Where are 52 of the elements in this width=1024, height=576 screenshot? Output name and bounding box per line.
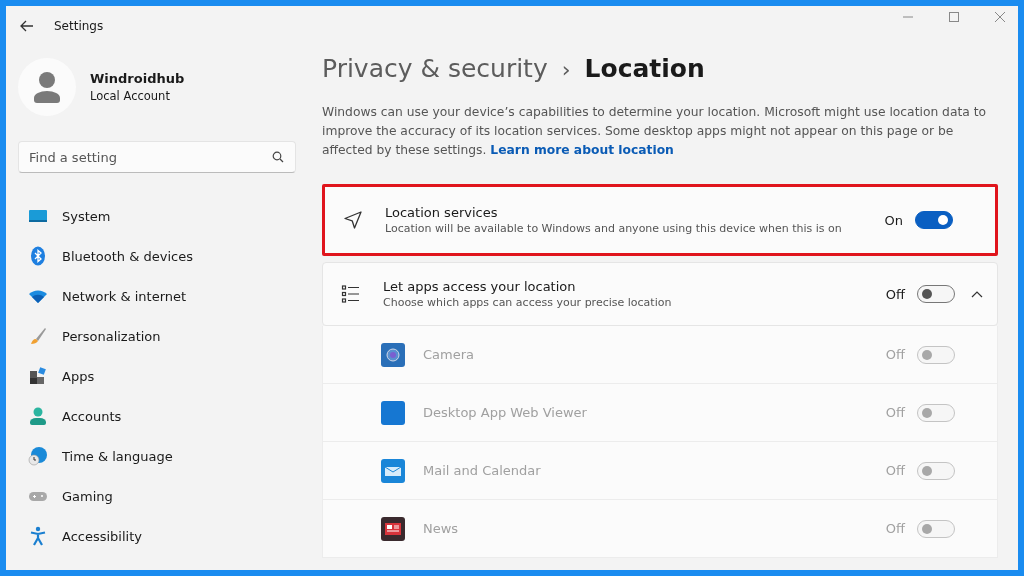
window-title: Settings (54, 19, 104, 33)
setting-subtitle: Choose which apps can access your precise location (383, 296, 673, 309)
setting-title: Let apps access your location (383, 279, 577, 294)
app-name: Desktop App Web Viewer (423, 405, 588, 420)
app-name: Camera (423, 347, 476, 362)
breadcrumb-parent[interactable]: Privacy & security (322, 54, 548, 83)
list-icon (341, 284, 361, 304)
toggle-state-label: On (884, 212, 903, 228)
sidebar-item[interactable]: Time & language (18, 438, 296, 474)
app-name: News (423, 521, 460, 536)
learn-more-link[interactable]: Learn more about location (490, 143, 674, 157)
search-icon (272, 151, 284, 163)
person-icon (28, 406, 48, 426)
globe-clock-icon (28, 446, 48, 466)
sidebar-item[interactable]: System (18, 198, 296, 234)
toggle-state-label: Off (885, 286, 905, 302)
camera-icon (381, 342, 405, 367)
envelope-icon (381, 458, 405, 483)
back-icon[interactable] (20, 20, 34, 32)
toggle-switch[interactable] (917, 285, 955, 303)
setting-subtitle: Location will be available to Windows and anyone using this device when this is on (385, 222, 843, 235)
sidebar-item[interactable]: Apps (18, 358, 296, 394)
chevron-icon[interactable] (971, 290, 983, 298)
app-name: Mail and Calendar (423, 463, 542, 478)
breadcrumb-separator: › (561, 57, 571, 82)
maximize-icon[interactable] (948, 11, 960, 23)
sidebar-item[interactable]: Personalization (18, 318, 296, 354)
brush-icon (28, 326, 48, 346)
toggle-state-label: Off (885, 347, 905, 362)
newspaper-icon (381, 516, 405, 541)
account-name: Windroidhub (90, 71, 185, 86)
page-title: Location (584, 54, 705, 83)
apps-icon (28, 366, 48, 386)
avatar-icon (18, 58, 76, 116)
accessibility-icon (28, 526, 48, 546)
close-icon[interactable] (994, 11, 1006, 23)
description-text: Windows can use your device’s capabilities to determine your location. Microsoft might use location data to improve the accuracy of its location services. Some desktop apps might not appear on this page or be affected by these settings. Learn more about location (322, 104, 988, 159)
sidebar-item[interactable]: Bluetooth & devices (18, 238, 296, 274)
setting-title: Location services (385, 205, 499, 220)
toggle-state-label: Off (885, 521, 905, 536)
sidebar-item[interactable]: Accounts (18, 398, 296, 434)
sidebar-item[interactable]: Network & internet (18, 278, 296, 314)
app-tile-icon (381, 400, 405, 425)
toggle-switch[interactable] (915, 211, 953, 229)
search-field[interactable]: Find a setting (18, 141, 296, 173)
navigation-arrow-icon (343, 210, 363, 230)
sidebar-item[interactable]: Accessibility (18, 518, 296, 554)
sidebar-item[interactable]: Gaming (18, 478, 296, 514)
bluetooth-icon (28, 246, 48, 266)
toggle-state-label: Off (885, 463, 905, 478)
toggle-state-label: Off (885, 405, 905, 420)
account-type: Local Account (90, 89, 171, 103)
